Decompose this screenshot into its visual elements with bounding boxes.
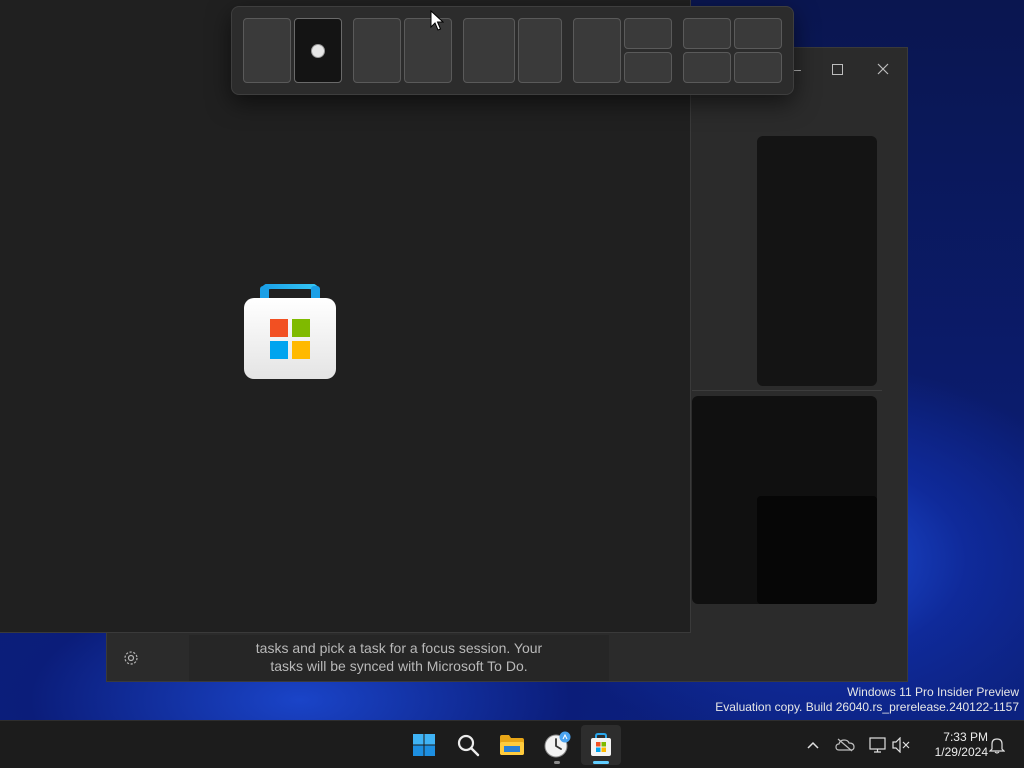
snap-zone-right[interactable] [294, 18, 342, 83]
snap-layouts-flyout [231, 6, 794, 95]
focus-text-line-1: tasks and pick a task for a focus sessio… [255, 640, 543, 656]
snap-zone-bottom-left[interactable] [683, 52, 731, 83]
search-icon [457, 734, 480, 757]
settings-gear-icon[interactable] [117, 646, 145, 670]
snap-zone-right[interactable] [518, 18, 562, 83]
snap-zone-right[interactable] [404, 18, 452, 83]
clock-app-icon [311, 43, 325, 58]
maximize-icon [831, 63, 843, 75]
clock-app-button[interactable] [537, 725, 577, 765]
search-button[interactable] [448, 725, 488, 765]
start-button[interactable] [404, 725, 444, 765]
show-hidden-icons-chevron-up-icon[interactable] [801, 733, 825, 757]
snap-layout-3 [463, 18, 562, 83]
file-explorer-icon [500, 735, 524, 755]
snap-zone-left[interactable] [353, 18, 401, 83]
focus-session-description: tasks and pick a task for a focus sessio… [189, 635, 609, 681]
system-clock[interactable]: 7:33 PM 1/29/2024 [918, 730, 988, 760]
snap-layout-4 [573, 18, 672, 83]
file-explorer-button[interactable] [492, 725, 532, 765]
watermark-line-1: Windows 11 Pro Insider Preview [847, 685, 1019, 699]
active-indicator [593, 761, 609, 764]
taskbar: 7:33 PM 1/29/2024 [0, 720, 1024, 768]
windows-start-icon [413, 734, 435, 756]
snap-zone-left[interactable] [463, 18, 515, 83]
snap-zone-left[interactable] [243, 18, 291, 83]
close-icon [877, 63, 889, 75]
close-button[interactable] [861, 54, 905, 84]
clock-panel [757, 136, 877, 386]
snap-zone-top-right[interactable] [624, 18, 672, 49]
tray-date: 1/29/2024 [934, 745, 988, 759]
snap-zone-left[interactable] [573, 18, 621, 83]
clock-app-icon [544, 731, 571, 758]
divider [692, 390, 882, 391]
microsoft-store-logo-icon [244, 284, 336, 379]
maximize-button[interactable] [815, 54, 859, 84]
volume-muted-icon[interactable] [889, 733, 913, 757]
clock-panel-inner [757, 496, 877, 604]
onedrive-offline-icon[interactable] [833, 733, 857, 757]
watermark-line-2: Evaluation copy. Build 26040.rs_prerelea… [715, 700, 1019, 714]
snap-layout-1 [243, 18, 342, 83]
snap-zone-bottom-right[interactable] [734, 52, 782, 83]
focus-text-line-2: tasks will be synced with Microsoft To D… [270, 658, 528, 674]
snap-zone-top-right[interactable] [734, 18, 782, 49]
running-indicator [554, 761, 560, 764]
evaluation-watermark: Windows 11 Pro Insider Preview Evaluatio… [715, 685, 1019, 715]
mouse-cursor-icon [430, 10, 444, 31]
microsoft-store-button[interactable] [581, 725, 621, 765]
snap-layout-5 [683, 18, 782, 83]
tray-time: 7:33 PM [943, 730, 988, 744]
microsoft-store-icon [591, 733, 611, 756]
network-icon[interactable] [865, 733, 889, 757]
notification-bell-icon[interactable] [985, 733, 1009, 757]
snap-zone-bottom-right[interactable] [624, 52, 672, 83]
snap-zone-top-left[interactable] [683, 18, 731, 49]
